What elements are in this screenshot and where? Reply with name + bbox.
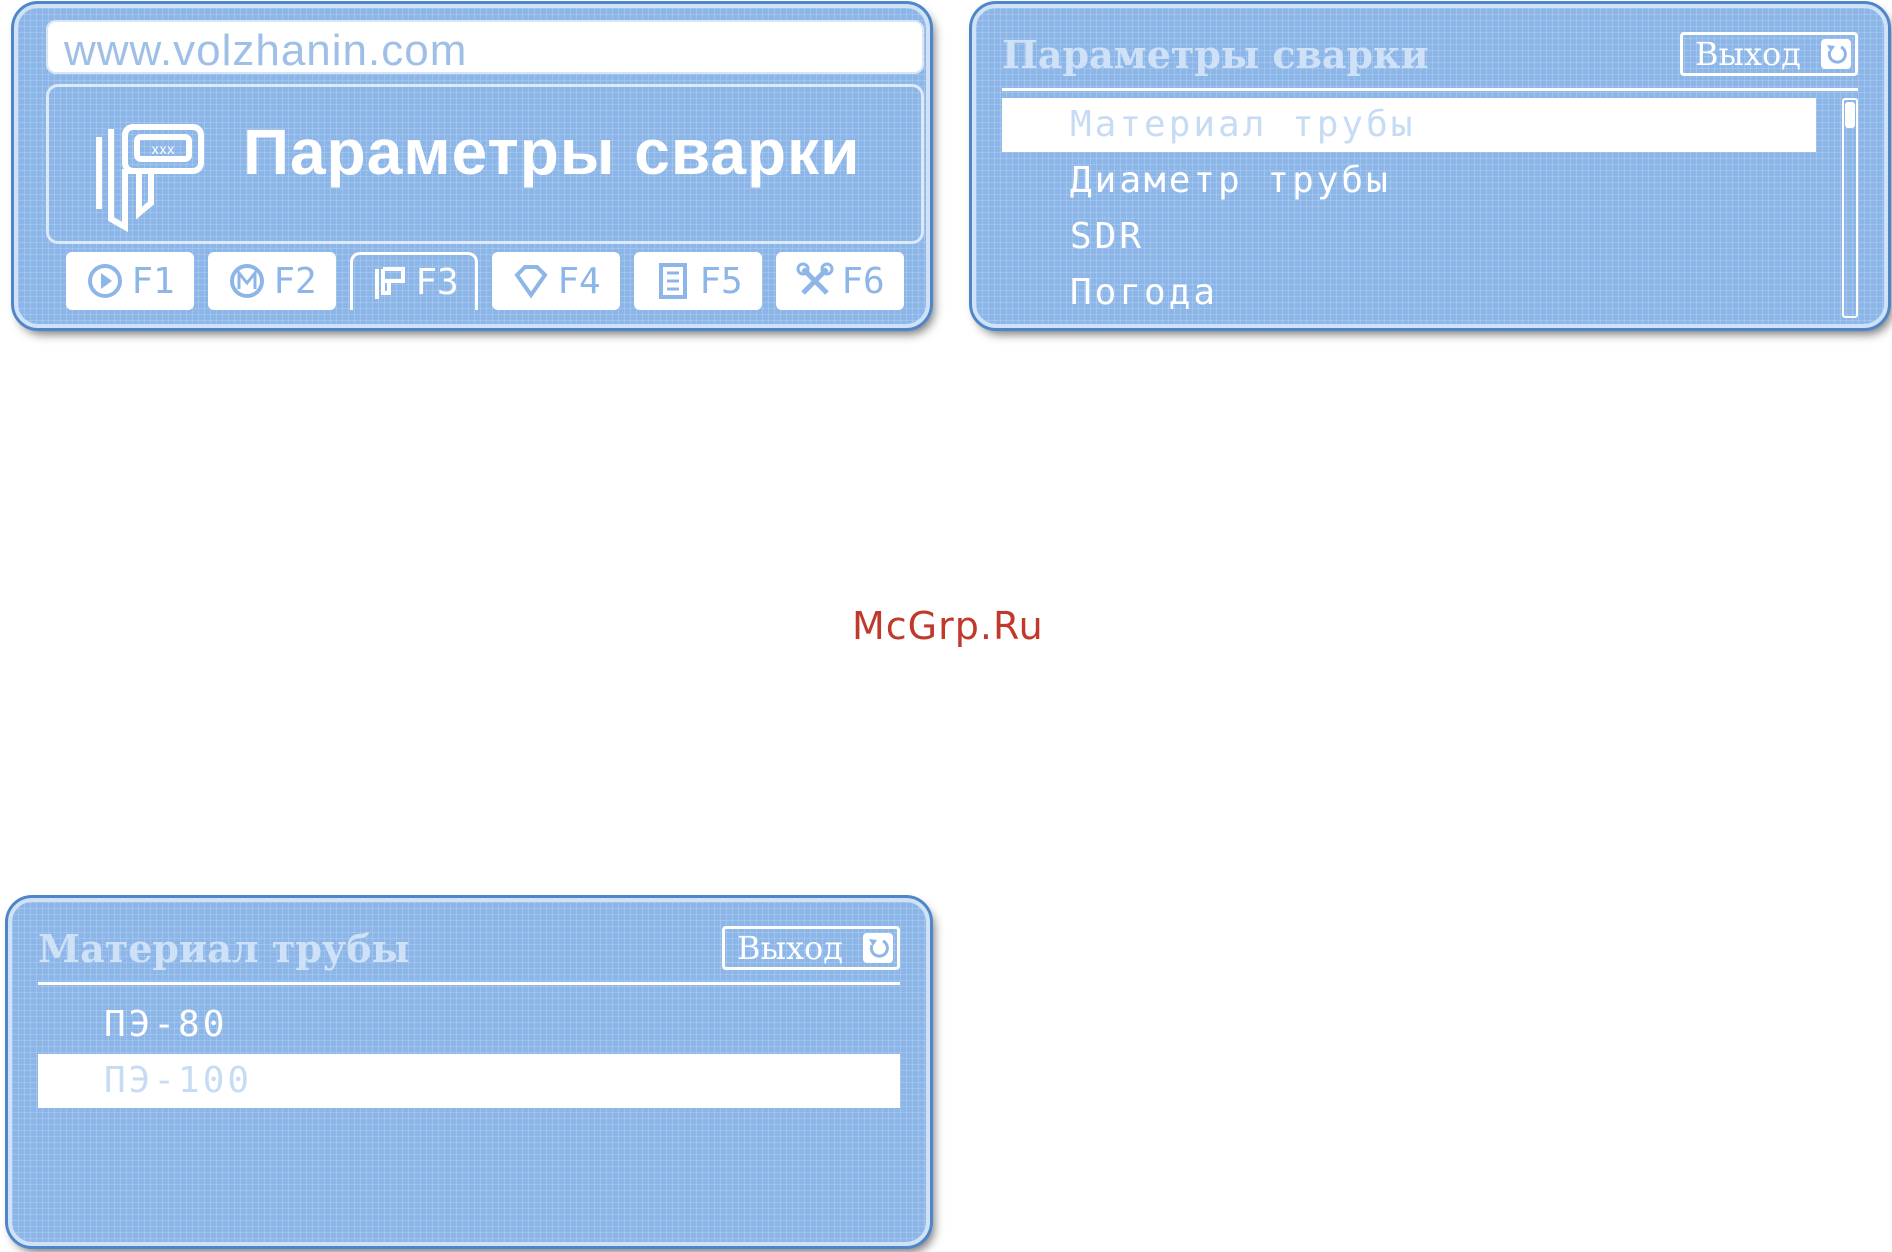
f6-label: F6 xyxy=(841,260,885,302)
return-icon xyxy=(863,933,893,963)
screen-title: Материал трубы xyxy=(38,926,410,971)
play-circle-icon xyxy=(88,264,123,298)
screen-title: Параметры сварки xyxy=(1002,32,1429,77)
f4-label: F4 xyxy=(557,260,601,302)
m-circle-icon xyxy=(230,264,265,298)
f3-button[interactable]: F3 xyxy=(350,252,478,310)
f4-button[interactable]: F4 xyxy=(492,252,620,310)
menu-item-label: SDR xyxy=(1070,216,1145,257)
screen-header: Материал трубы Выход xyxy=(38,922,900,982)
diamond-icon xyxy=(514,265,548,299)
menu-item-label: ПЭ-80 xyxy=(104,1004,228,1045)
caliper-small-icon xyxy=(375,266,406,299)
screen-header: Параметры сварки Выход xyxy=(1002,28,1858,88)
header-divider xyxy=(38,982,900,985)
exit-label: Выход xyxy=(737,929,843,967)
pipe-material-screen: Материал трубы Выход ПЭ-80 ПЭ-100 xyxy=(8,898,930,1246)
header-divider xyxy=(1002,88,1858,91)
caliper-icon: xxx xyxy=(96,124,204,233)
tools-icon xyxy=(796,262,834,295)
menu-item-weather[interactable]: Погода xyxy=(1002,266,1816,320)
current-mode-panel: xxx Параметры сварки xyxy=(46,84,924,244)
menu-item-label: ПЭ-100 xyxy=(104,1060,253,1101)
mode-title: Параметры сварки xyxy=(243,116,861,188)
url-text: www.volzhanin.com xyxy=(64,26,468,75)
archive-icon xyxy=(659,263,688,299)
scrollbar[interactable] xyxy=(1842,98,1858,318)
exit-button[interactable]: Выход xyxy=(722,926,900,970)
exit-label: Выход xyxy=(1695,35,1801,73)
menu-item-label: Погода xyxy=(1070,272,1219,313)
f1-button[interactable]: F1 xyxy=(66,252,194,310)
f1-label: F1 xyxy=(131,260,175,302)
svg-text:xxx: xxx xyxy=(151,143,175,158)
f3-label: F3 xyxy=(415,262,459,303)
f6-button[interactable]: F6 xyxy=(776,252,904,310)
url-bar: www.volzhanin.com xyxy=(46,20,924,75)
welding-params-screen: Параметры сварки Выход Материал трубы Ди… xyxy=(972,4,1888,328)
menu-item-pe100[interactable]: ПЭ-100 xyxy=(38,1054,900,1108)
scrollbar-thumb[interactable] xyxy=(1845,102,1855,128)
menu-item-label: Материал трубы xyxy=(1070,104,1416,145)
return-icon xyxy=(1821,39,1851,69)
watermark-text: McGrp.Ru xyxy=(852,604,1044,648)
f2-label: F2 xyxy=(273,260,317,302)
menu-item-pipe-diameter[interactable]: Диаметр трубы xyxy=(1002,154,1816,208)
menu-item-sdr[interactable]: SDR xyxy=(1002,210,1816,264)
exit-button[interactable]: Выход xyxy=(1680,32,1858,76)
main-menu-screen: www.volzhanin.com xxx Параметры сварки F… xyxy=(14,4,930,328)
f5-label: F5 xyxy=(699,260,743,302)
function-key-bar: F1 F2 F3 F4 F5 F6 xyxy=(66,252,912,314)
menu-item-pipe-material[interactable]: Материал трубы xyxy=(1002,98,1816,152)
menu-item-label: Диаметр трубы xyxy=(1070,160,1391,201)
f2-button[interactable]: F2 xyxy=(208,252,336,310)
menu-item-pe80[interactable]: ПЭ-80 xyxy=(38,998,900,1052)
f5-button[interactable]: F5 xyxy=(634,252,762,310)
